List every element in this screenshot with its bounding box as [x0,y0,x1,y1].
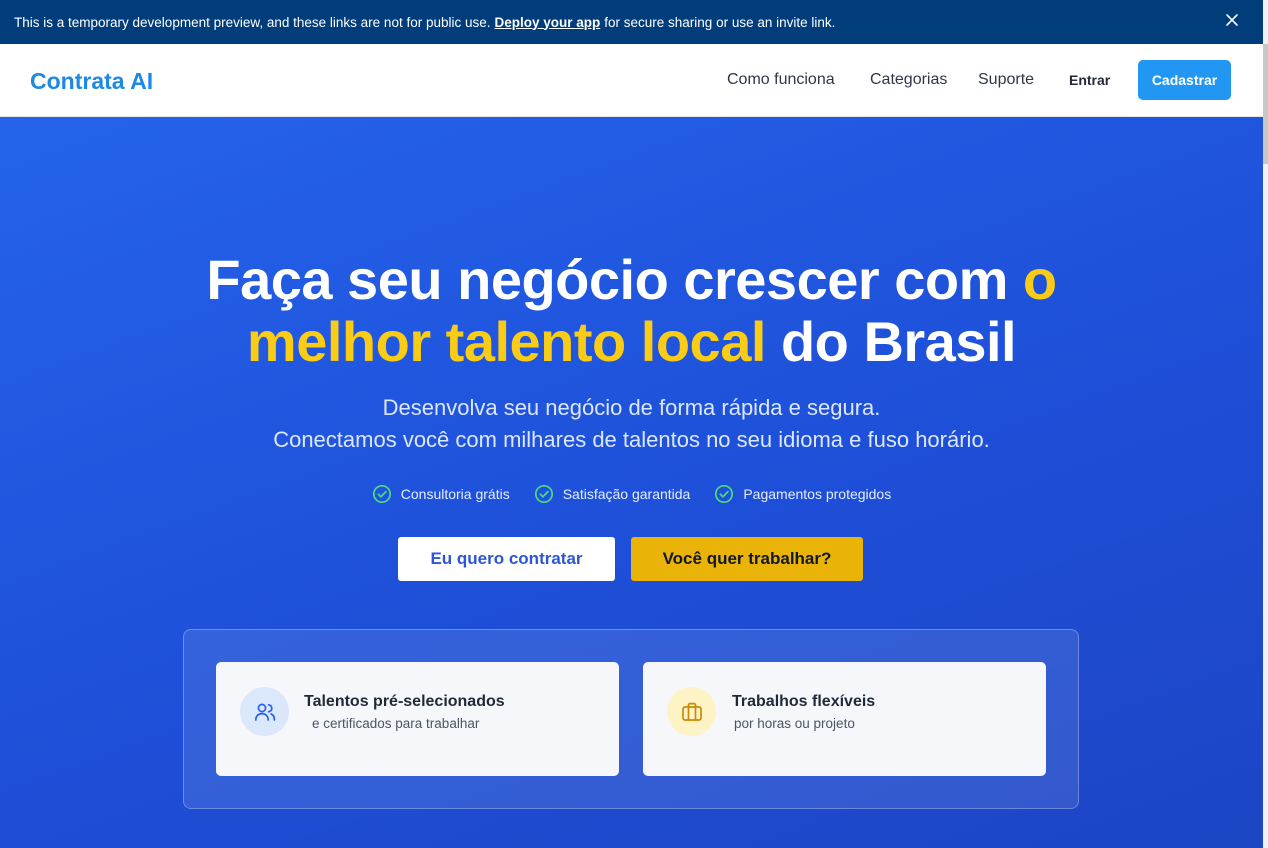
feature-list: Consultoria grátis Satisfação garantida … [0,484,1263,504]
nav-link-como-funciona[interactable]: Como funciona [727,71,835,89]
hero-subtitle: Desenvolva seu negócio de forma rápida e… [0,392,1263,456]
check-circle-icon [534,484,553,504]
hero-section: Faça seu negócio crescer com o melhor ta… [0,117,1263,848]
dev-preview-banner: This is a temporary development preview,… [0,0,1263,44]
login-link[interactable]: Entrar [1069,72,1110,88]
subtitle-line-2: Conectamos você com milhares de talentos… [273,427,990,452]
highlight-card-talents: Talentos pré-selecionados e certificados… [216,662,619,776]
signup-button[interactable]: Cadastrar [1138,60,1231,100]
users-icon [240,687,289,736]
logo[interactable]: Contrata AI [30,68,153,95]
headline-text-2: do Brasil [780,310,1017,373]
highlight-card-jobs: Trabalhos flexíveis por horas ou projeto [643,662,1046,776]
card-title: Talentos pré-selecionados [304,693,505,710]
banner-text-after: for secure sharing or use an invite link… [604,14,836,30]
top-navbar: Contrata AI Como funciona Categorias Sup… [0,44,1263,117]
card-description: e certificados para trabalhar [312,716,480,731]
scrollbar-thumb[interactable] [1263,44,1268,164]
feature-label: Consultoria grátis [400,486,510,502]
deploy-app-link[interactable]: Deploy your app [495,15,601,30]
nav-link-suporte[interactable]: Suporte [978,71,1034,89]
feature-label: Satisfação garantida [562,486,691,502]
briefcase-icon [667,687,716,736]
check-circle-icon [715,484,734,504]
feature-label: Pagamentos protegidos [743,486,892,502]
nav-link-categorias[interactable]: Categorias [870,71,947,89]
card-description: por horas ou projeto [734,716,855,731]
hire-button[interactable]: Eu quero contratar [398,537,615,581]
subtitle-line-1: Desenvolva seu negócio de forma rápida e… [382,395,881,420]
headline-accent-1: o [1022,248,1057,311]
banner-text: This is a temporary development preview,… [14,14,491,30]
feature-item: Consultoria grátis [372,484,510,504]
highlights-panel: Talentos pré-selecionados e certificados… [183,629,1079,809]
card-title: Trabalhos flexíveis [732,693,876,710]
hero-headline: Faça seu negócio crescer com o melhor ta… [0,249,1263,373]
close-icon[interactable] [1225,13,1239,27]
headline-text-1: Faça seu negócio crescer com [206,248,1008,311]
work-button[interactable]: Você quer trabalhar? [631,537,863,581]
feature-item: Pagamentos protegidos [714,484,891,504]
feature-item: Satisfação garantida [534,484,691,504]
headline-accent-2: melhor talento local [246,310,767,373]
scrollbar[interactable] [1263,0,1268,848]
check-circle-icon [372,484,391,504]
